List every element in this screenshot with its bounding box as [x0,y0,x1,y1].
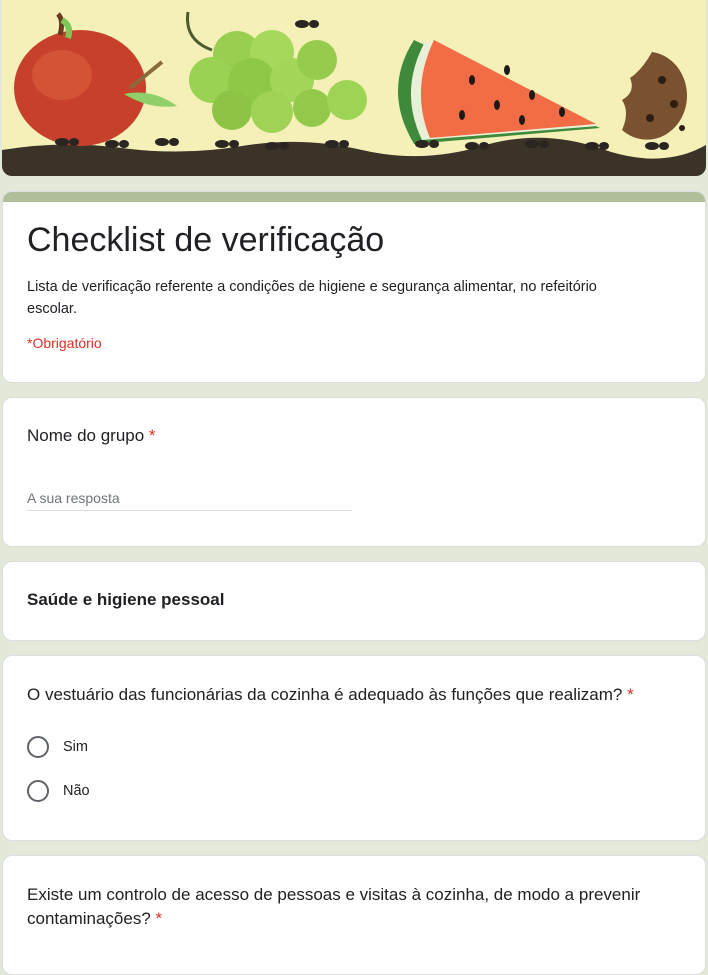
banner-illustration [2,0,706,176]
question-label-line2: contaminações? [27,909,151,928]
radio-button-icon[interactable] [27,780,49,802]
form-description-line1: Lista de verificação referente a condiçõ… [27,279,597,295]
form-title: Checklist de verificação [27,220,384,260]
question-label: O vestuário das funcionárias da cozinha … [27,685,623,704]
question-title-clothing: O vestuário das funcionárias da cozinha … [27,683,677,707]
section-title: Saúde e higiene pessoal [27,590,225,609]
header-banner-image [2,0,706,176]
question-label: Nome do grupo [27,426,145,445]
radio-option-sim[interactable]: Sim [27,736,88,758]
radio-option-nao[interactable]: Não [27,780,90,802]
radio-button-icon[interactable] [27,736,49,758]
required-asterisk: * [148,426,156,445]
group-name-input[interactable] [27,486,352,511]
required-note: *Obrigatório [27,335,102,351]
required-asterisk: * [155,909,163,928]
radio-label: Sim [63,739,88,755]
required-asterisk: * [627,685,634,704]
form-description-line2: escolar. [27,301,77,317]
accent-bar [3,192,705,202]
radio-label: Não [63,783,90,799]
question-title-group-name: Nome do grupo * [27,424,156,448]
form-title-text: Checklist de verificação [27,221,385,259]
question-label-line1: Existe um controlo de acesso de pessoas … [27,885,641,904]
question-title-access-control: Existe um controlo de acesso de pessoas … [27,883,687,931]
question-card-group-name [2,397,706,547]
